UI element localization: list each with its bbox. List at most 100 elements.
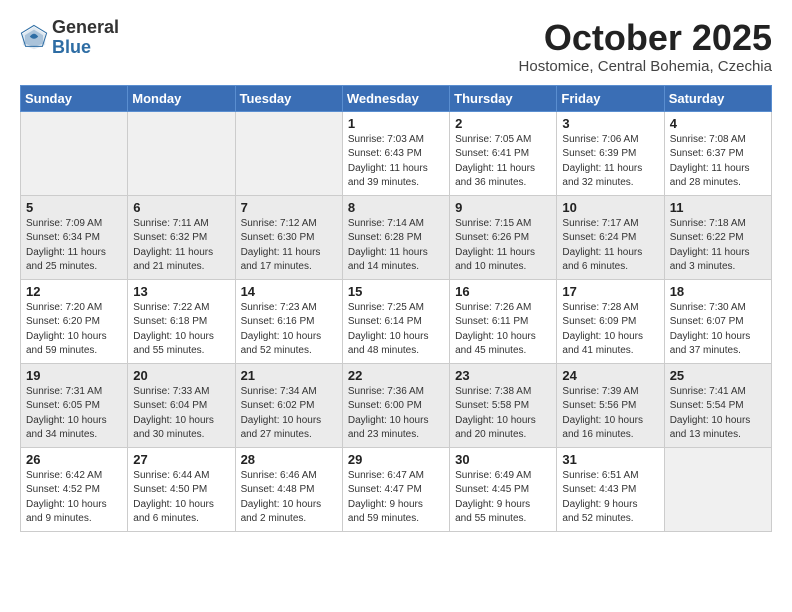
day-number: 6	[133, 200, 229, 215]
header-sunday: Sunday	[21, 85, 128, 111]
table-row: 28 Sunrise: 6:46 AM Sunset: 4:48 PM Dayli…	[235, 447, 342, 531]
table-row: 11 Sunrise: 7:18 AM Sunset: 6:22 PM Dayli…	[664, 195, 771, 279]
calendar-header-row: Sunday Monday Tuesday Wednesday Thursday…	[21, 85, 772, 111]
table-row: 8 Sunrise: 7:14 AM Sunset: 6:28 PM Daylig…	[342, 195, 449, 279]
month-title: October 2025	[519, 18, 772, 58]
day-info: Sunrise: 7:20 AM Sunset: 6:20 PM Dayligh…	[26, 301, 122, 359]
day-number: 29	[348, 452, 444, 467]
day-number: 15	[348, 284, 444, 299]
day-info: Sunrise: 7:14 AM Sunset: 6:28 PM Dayligh…	[348, 217, 444, 275]
day-number: 9	[455, 200, 551, 215]
day-number: 11	[670, 200, 766, 215]
day-info: Sunrise: 7:23 AM Sunset: 6:16 PM Dayligh…	[241, 301, 337, 359]
day-info: Sunrise: 7:28 AM Sunset: 6:09 PM Dayligh…	[562, 301, 658, 359]
calendar-week-row: 19Sunrise: 7:31 AM Sunset: 6:05 PM Dayli…	[21, 363, 772, 447]
day-info: Sunrise: 7:33 AM Sunset: 6:04 PM Dayligh…	[133, 385, 229, 443]
table-row: 31 Sunrise: 6:51 AM Sunset: 4:43 PM Dayli…	[557, 447, 664, 531]
table-row: 30 Sunrise: 6:49 AM Sunset: 4:45 PM Dayli…	[450, 447, 557, 531]
table-row: 15 Sunrise: 7:25 AM Sunset: 6:14 PM Dayli…	[342, 279, 449, 363]
day-info: Sunrise: 7:05 AM Sunset: 6:41 PM Dayligh…	[455, 133, 551, 191]
day-number: 17	[562, 284, 658, 299]
day-info: Sunrise: 7:30 AM Sunset: 6:07 PM Dayligh…	[670, 301, 766, 359]
calendar-week-row: 12Sunrise: 7:20 AM Sunset: 6:20 PM Dayli…	[21, 279, 772, 363]
day-info: Sunrise: 7:15 AM Sunset: 6:26 PM Dayligh…	[455, 217, 551, 275]
day-number: 24	[562, 368, 658, 383]
logo-blue: Blue	[52, 38, 119, 58]
table-row: 23Sunrise: 7:38 AM Sunset: 5:58 PM Dayli…	[450, 363, 557, 447]
table-row: 25 Sunrise: 7:41 AM Sunset: 5:54 PM Dayli…	[664, 363, 771, 447]
day-info: Sunrise: 7:08 AM Sunset: 6:37 PM Dayligh…	[670, 133, 766, 191]
day-number: 3	[562, 116, 658, 131]
day-info: Sunrise: 7:41 AM Sunset: 5:54 PM Dayligh…	[670, 385, 766, 443]
table-row: 7Sunrise: 7:12 AM Sunset: 6:30 PM Daylig…	[235, 195, 342, 279]
table-row: 20 Sunrise: 7:33 AM Sunset: 6:04 PM Dayli…	[128, 363, 235, 447]
title-block: October 2025 Hostomice, Central Bohemia,…	[519, 18, 772, 75]
day-info: Sunrise: 6:44 AM Sunset: 4:50 PM Dayligh…	[133, 469, 229, 527]
day-info: Sunrise: 7:36 AM Sunset: 6:00 PM Dayligh…	[348, 385, 444, 443]
day-number: 20	[133, 368, 229, 383]
logo: General Blue	[20, 18, 119, 58]
table-row: 12Sunrise: 7:20 AM Sunset: 6:20 PM Dayli…	[21, 279, 128, 363]
table-row	[128, 111, 235, 195]
table-row: 5 Sunrise: 7:09 AM Sunset: 6:34 PM Daylig…	[21, 195, 128, 279]
day-number: 19	[26, 368, 122, 383]
day-number: 26	[26, 452, 122, 467]
logo-general: General	[52, 18, 119, 38]
day-number: 13	[133, 284, 229, 299]
table-row: 22 Sunrise: 7:36 AM Sunset: 6:00 PM Dayli…	[342, 363, 449, 447]
table-row	[21, 111, 128, 195]
day-info: Sunrise: 6:47 AM Sunset: 4:47 PM Dayligh…	[348, 469, 444, 527]
day-number: 25	[670, 368, 766, 383]
table-row: 19Sunrise: 7:31 AM Sunset: 6:05 PM Dayli…	[21, 363, 128, 447]
table-row: 3Sunrise: 7:06 AM Sunset: 6:39 PM Daylig…	[557, 111, 664, 195]
table-row: 14 Sunrise: 7:23 AM Sunset: 6:16 PM Dayli…	[235, 279, 342, 363]
day-number: 8	[348, 200, 444, 215]
day-info: Sunrise: 7:34 AM Sunset: 6:02 PM Dayligh…	[241, 385, 337, 443]
day-number: 2	[455, 116, 551, 131]
logo-text: General Blue	[52, 18, 119, 58]
day-number: 22	[348, 368, 444, 383]
day-number: 16	[455, 284, 551, 299]
table-row: 24 Sunrise: 7:39 AM Sunset: 5:56 PM Dayli…	[557, 363, 664, 447]
day-number: 7	[241, 200, 337, 215]
day-info: Sunrise: 7:22 AM Sunset: 6:18 PM Dayligh…	[133, 301, 229, 359]
day-info: Sunrise: 7:39 AM Sunset: 5:56 PM Dayligh…	[562, 385, 658, 443]
day-info: Sunrise: 7:26 AM Sunset: 6:11 PM Dayligh…	[455, 301, 551, 359]
location: Hostomice, Central Bohemia, Czechia	[519, 58, 772, 75]
table-row: 4 Sunrise: 7:08 AM Sunset: 6:37 PM Daylig…	[664, 111, 771, 195]
table-row	[235, 111, 342, 195]
calendar: Sunday Monday Tuesday Wednesday Thursday…	[20, 85, 772, 532]
table-row: 10Sunrise: 7:17 AM Sunset: 6:24 PM Dayli…	[557, 195, 664, 279]
table-row: 17 Sunrise: 7:28 AM Sunset: 6:09 PM Dayli…	[557, 279, 664, 363]
day-number: 5	[26, 200, 122, 215]
day-number: 1	[348, 116, 444, 131]
day-info: Sunrise: 6:46 AM Sunset: 4:48 PM Dayligh…	[241, 469, 337, 527]
day-info: Sunrise: 7:38 AM Sunset: 5:58 PM Dayligh…	[455, 385, 551, 443]
table-row: 6Sunrise: 7:11 AM Sunset: 6:32 PM Daylig…	[128, 195, 235, 279]
table-row: 16 Sunrise: 7:26 AM Sunset: 6:11 PM Dayli…	[450, 279, 557, 363]
calendar-week-row: 5 Sunrise: 7:09 AM Sunset: 6:34 PM Daylig…	[21, 195, 772, 279]
day-number: 18	[670, 284, 766, 299]
table-row: 21Sunrise: 7:34 AM Sunset: 6:02 PM Dayli…	[235, 363, 342, 447]
table-row: 9 Sunrise: 7:15 AM Sunset: 6:26 PM Daylig…	[450, 195, 557, 279]
logo-icon	[20, 24, 48, 52]
table-row: 27Sunrise: 6:44 AM Sunset: 4:50 PM Dayli…	[128, 447, 235, 531]
table-row: 13 Sunrise: 7:22 AM Sunset: 6:18 PM Dayli…	[128, 279, 235, 363]
table-row: 18 Sunrise: 7:30 AM Sunset: 6:07 PM Dayli…	[664, 279, 771, 363]
day-info: Sunrise: 7:18 AM Sunset: 6:22 PM Dayligh…	[670, 217, 766, 275]
day-info: Sunrise: 7:03 AM Sunset: 6:43 PM Dayligh…	[348, 133, 444, 191]
day-info: Sunrise: 6:51 AM Sunset: 4:43 PM Dayligh…	[562, 469, 658, 527]
day-info: Sunrise: 6:49 AM Sunset: 4:45 PM Dayligh…	[455, 469, 551, 527]
day-number: 10	[562, 200, 658, 215]
day-number: 28	[241, 452, 337, 467]
day-number: 4	[670, 116, 766, 131]
day-info: Sunrise: 7:09 AM Sunset: 6:34 PM Dayligh…	[26, 217, 122, 275]
header-saturday: Saturday	[664, 85, 771, 111]
day-number: 14	[241, 284, 337, 299]
table-row: 1 Sunrise: 7:03 AM Sunset: 6:43 PM Daylig…	[342, 111, 449, 195]
table-row	[664, 447, 771, 531]
day-number: 31	[562, 452, 658, 467]
table-row: 29 Sunrise: 6:47 AM Sunset: 4:47 PM Dayli…	[342, 447, 449, 531]
day-number: 30	[455, 452, 551, 467]
day-info: Sunrise: 7:25 AM Sunset: 6:14 PM Dayligh…	[348, 301, 444, 359]
